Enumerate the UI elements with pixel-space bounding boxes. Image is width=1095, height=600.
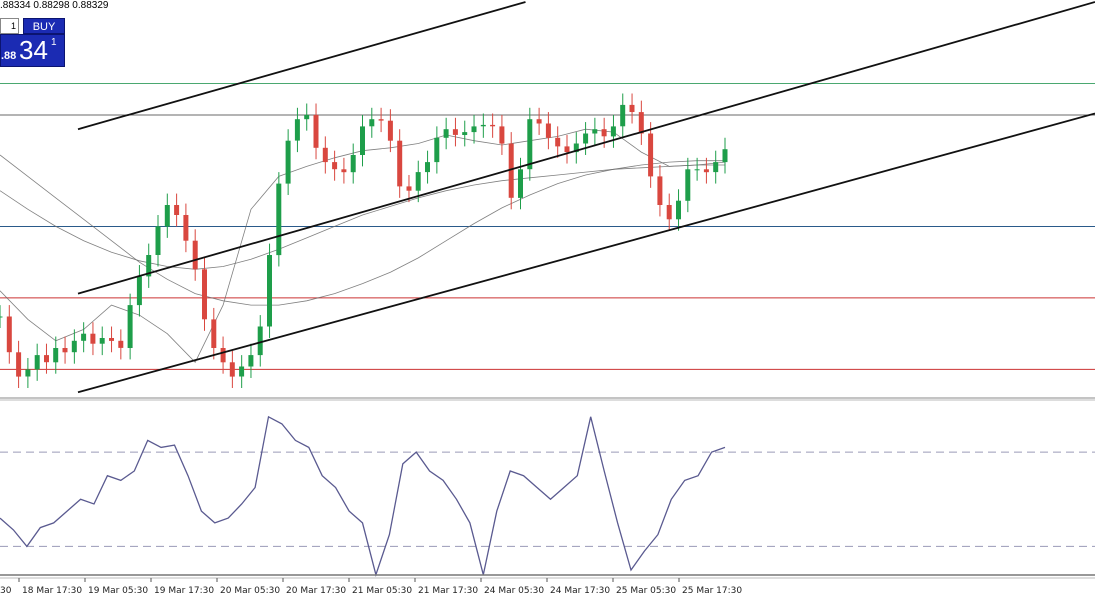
- candle-body: [555, 137, 561, 147]
- candle-body: [202, 269, 207, 320]
- candle-body: [90, 333, 96, 344]
- candle-body: [722, 149, 728, 163]
- candle-body: [155, 226, 161, 255]
- candle-body: [0, 316, 3, 318]
- candle-body: [536, 119, 542, 124]
- candle-body: [229, 362, 235, 377]
- candle-body: [387, 120, 393, 141]
- candle-body: [164, 205, 170, 227]
- candle-body: [81, 333, 87, 341]
- price-chart: 30 18 Mar 17:30 19 Mar 05:30 19 Mar 17:30 20…: [0, 1, 1095, 596]
- candle-body: [471, 126, 477, 133]
- candle-body: [406, 186, 412, 191]
- candle-body: [211, 319, 217, 348]
- candle-body: [276, 183, 282, 256]
- x-tick-label: 20 Mar 05:30: [220, 586, 280, 596]
- x-tick-label: 21 Mar 05:30: [352, 586, 412, 596]
- x-tick-label: 19 Mar 17:30: [154, 586, 214, 596]
- candle-body: [676, 200, 681, 220]
- x-tick-label: 19 Mar 05:30: [88, 586, 148, 596]
- candle-body: [183, 215, 189, 241]
- candle-body: [285, 140, 291, 184]
- candle-body: [313, 114, 319, 148]
- candle-body: [350, 155, 356, 173]
- candle-body: [648, 133, 654, 177]
- candle-body: [6, 316, 12, 353]
- candle-body: [16, 352, 22, 377]
- candle-body: [118, 340, 124, 348]
- candle-body: [294, 119, 300, 141]
- x-tick-label: 20 Mar 17:30: [286, 586, 346, 596]
- candle-body: [397, 140, 403, 187]
- candle-body: [267, 255, 272, 327]
- oscillator-line: [0, 415, 726, 577]
- candle-body: [610, 126, 616, 137]
- channel-line-2[interactable]: [77, 112, 1095, 394]
- candle-body: [369, 119, 375, 127]
- candle-body: [583, 133, 589, 144]
- candle-body: [192, 240, 198, 270]
- channel-line-1[interactable]: [77, 1, 1095, 295]
- candle-body: [332, 162, 338, 170]
- candle-body: [62, 348, 68, 353]
- x-tick-label: 21 Mar 17:30: [418, 586, 478, 596]
- candle-body: [601, 129, 607, 137]
- time-axis: 30 18 Mar 17:30 19 Mar 05:30 19 Mar 17:30 20…: [0, 578, 742, 596]
- main-plot-area: [0, 1, 1095, 394]
- candle-body: [703, 169, 709, 173]
- candle-body: [304, 114, 310, 120]
- candle-body: [620, 104, 626, 127]
- x-tick-label: 30: [0, 586, 12, 596]
- candle-body: [239, 366, 245, 377]
- oscillator-plot-area: [0, 415, 1095, 577]
- candle-body: [685, 169, 691, 201]
- candle-body: [71, 340, 77, 353]
- candle-body: [322, 147, 328, 163]
- candle-body: [657, 176, 663, 205]
- candle-body: [462, 132, 468, 135]
- candle-body: [694, 169, 700, 171]
- candle-body: [713, 162, 719, 173]
- candle-body: [53, 348, 59, 363]
- candle-body: [666, 205, 672, 220]
- candle-body: [415, 172, 421, 191]
- candle-body: [518, 169, 523, 198]
- candle-body: [480, 124, 486, 127]
- candle-body: [564, 146, 570, 153]
- candle-body: [109, 338, 114, 341]
- candle-body: [25, 369, 31, 377]
- candle-body: [220, 348, 226, 363]
- channel-line-0[interactable]: [77, 1, 526, 131]
- candle-body: [136, 276, 142, 306]
- candle-body: [34, 355, 40, 370]
- candle-body: [127, 305, 133, 348]
- candle-body: [99, 338, 105, 344]
- x-tick-label: 18 Mar 17:30: [22, 586, 82, 596]
- candle-body: [425, 162, 430, 173]
- candle-body: [545, 123, 551, 138]
- candle-body: [592, 129, 598, 134]
- x-tick-label: 24 Mar 17:30: [550, 586, 610, 596]
- x-tick-label: 25 Mar 05:30: [616, 586, 676, 596]
- moving-average-1: [0, 164, 725, 270]
- candle-body: [378, 119, 384, 121]
- x-tick-label: 24 Mar 05:30: [484, 586, 544, 596]
- candle-body: [490, 124, 496, 127]
- candle-body: [499, 126, 505, 144]
- candle-body: [341, 169, 347, 173]
- candle-body: [248, 355, 254, 367]
- x-tick-label: 25 Mar 17:30: [682, 586, 742, 596]
- candle-body: [443, 129, 449, 138]
- candle-body: [434, 137, 440, 163]
- moving-average-0: [0, 154, 725, 306]
- candle-body: [360, 126, 365, 155]
- candle-body: [527, 119, 533, 170]
- candle-body: [44, 355, 49, 363]
- candle-body: [629, 104, 635, 112]
- candle-body: [638, 112, 644, 134]
- candle-body: [174, 205, 180, 215]
- candle-body: [452, 129, 458, 135]
- candle-body: [257, 326, 263, 356]
